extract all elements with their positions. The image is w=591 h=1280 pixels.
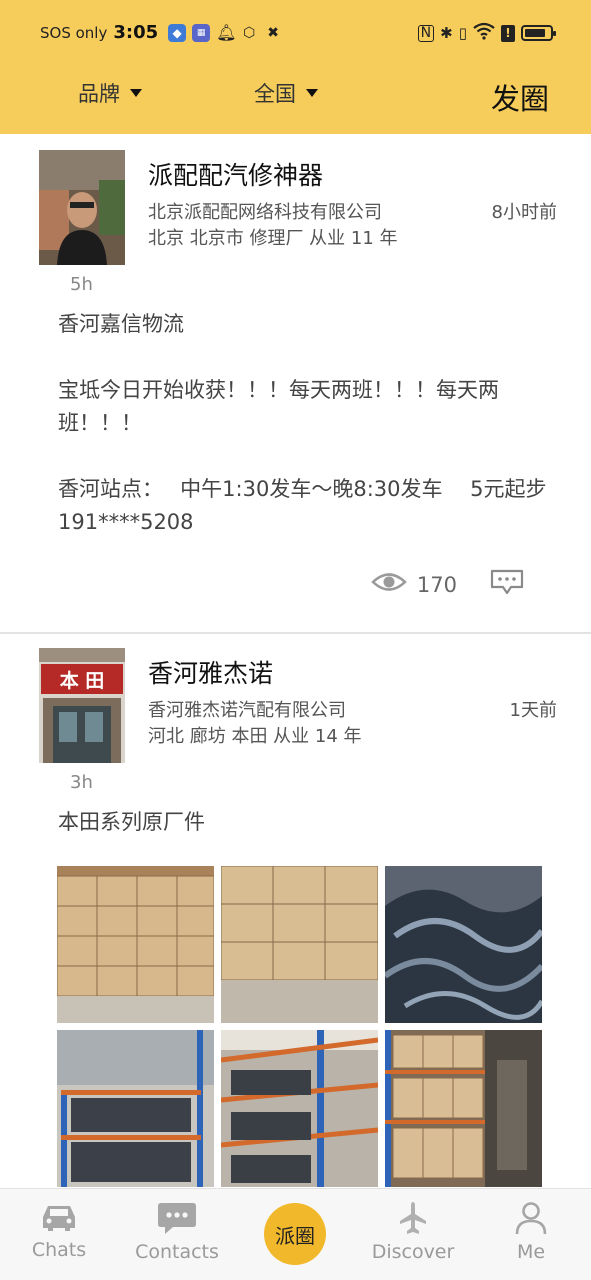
clock-time: 3:05 — [113, 22, 159, 43]
poster-location: 河北 廊坊 本田 从业 14 年 — [148, 726, 362, 747]
post-age: 3h — [70, 772, 93, 793]
airplane-icon — [398, 1201, 428, 1239]
poster-name[interactable]: 香河雅杰诺 — [148, 654, 273, 690]
avatar[interactable] — [39, 150, 125, 265]
photo-thumbnail[interactable] — [57, 866, 214, 1023]
nav-label: Discover — [371, 1241, 455, 1263]
avatar[interactable]: 本 田 — [39, 648, 125, 763]
nav-contacts[interactable]: Contacts — [118, 1189, 236, 1280]
nav-chats[interactable]: Chats — [0, 1189, 118, 1280]
battery-icon — [521, 25, 556, 41]
content-line: 本田系列原厂件 — [58, 810, 205, 834]
photo-thumbnail[interactable] — [385, 866, 542, 1023]
nfc-icon: N — [417, 24, 435, 42]
paiquan-center-button[interactable]: 派圈 — [264, 1203, 326, 1265]
poster-company: 北京派配配网络科技有限公司 — [148, 202, 382, 223]
bell-icon: 🔔︎ — [216, 22, 237, 42]
wifi-icon — [473, 22, 495, 44]
status-bar: SOS only 3:05 ◆ ▦ 🔔︎ ⬡ ✖ N ✱ ▯ ! — [0, 0, 591, 64]
region-filter[interactable]: 全国 — [254, 78, 318, 108]
post-content: 香河嘉信物流 宝坻今日开始收获！！！每天两班！！！每天两班！！！ 香河站点： 中… — [58, 308, 548, 539]
brand-filter-label: 品牌 — [78, 82, 120, 106]
post-content: 本田系列原厂件 — [58, 806, 548, 839]
post-stats: 170 — [371, 568, 525, 601]
photo-thumbnail[interactable] — [221, 1030, 378, 1187]
photo-gallery — [57, 866, 542, 1187]
shield-app-icon: ◆ — [168, 23, 187, 42]
region-filter-label: 全国 — [254, 82, 296, 106]
content-line: 香河嘉信物流 — [58, 312, 184, 336]
nav-me[interactable]: Me — [472, 1189, 590, 1280]
person-icon — [514, 1201, 548, 1239]
comment-icon[interactable] — [489, 568, 525, 601]
alert-icon: ! — [501, 24, 515, 42]
feed-list[interactable]: 派配配汽修神器 北京派配配网络科技有限公司 8小时前 北京 北京市 修理厂 从业… — [0, 134, 591, 1188]
status-right: N ✱ ▯ ! — [417, 22, 556, 44]
nav-label: Chats — [31, 1239, 87, 1261]
chat-bubble-icon — [156, 1201, 198, 1241]
poster-company: 香河雅杰诺汽配有限公司 — [148, 700, 346, 721]
poster-location: 北京 北京市 修理厂 从业 11 年 — [148, 228, 398, 249]
photo-thumbnail[interactable] — [221, 866, 378, 1023]
bluetooth-icon: ✱ — [440, 24, 453, 42]
poster-name[interactable]: 派配配汽修神器 — [148, 156, 323, 192]
carrier-text: SOS only — [40, 23, 108, 42]
content-line — [58, 440, 548, 473]
post-age: 5h — [70, 274, 93, 295]
bottom-navigation: Chats Contacts 派圈 Discover Me — [0, 1188, 591, 1280]
app-badge-icon: ▦ — [192, 23, 211, 42]
avatar-sign-text: 本 田 — [60, 669, 105, 692]
post-moment-button[interactable]: 发圈 — [491, 76, 549, 118]
car-icon — [39, 1201, 79, 1237]
security-icon: ✖ — [267, 24, 279, 41]
status-left: SOS only 3:05 ◆ ▦ 🔔︎ ⬡ ✖ — [40, 22, 282, 43]
vibrate-icon: ▯ — [458, 24, 467, 42]
eye-icon — [371, 571, 407, 598]
content-line: 香河站点： 中午1:30发车～晚8:30发车 5元起步191****5208 — [58, 477, 547, 534]
top-header: SOS only 3:05 ◆ ▦ 🔔︎ ⬡ ✖ N ✱ ▯ ! 品牌 全国 发… — [0, 0, 591, 134]
post-time: 8小时前 — [491, 202, 557, 223]
nav-label: Contacts — [135, 1241, 219, 1263]
post-divider — [0, 632, 591, 634]
view-count: 170 — [416, 572, 457, 597]
content-line: 宝坻今日开始收获！！！每天两班！！！每天两班！！！ — [58, 378, 499, 435]
photo-thumbnail[interactable] — [57, 1030, 214, 1187]
box-icon: ⬡ — [243, 24, 256, 41]
content-line — [58, 341, 548, 374]
nav-discover[interactable]: Discover — [354, 1189, 472, 1280]
photo-thumbnail[interactable] — [385, 1030, 542, 1187]
brand-filter[interactable]: 品牌 — [78, 78, 142, 108]
caret-down-icon — [306, 89, 318, 97]
post-time: 1天前 — [509, 700, 557, 721]
caret-down-icon — [130, 89, 142, 97]
nav-label: Me — [516, 1241, 546, 1263]
